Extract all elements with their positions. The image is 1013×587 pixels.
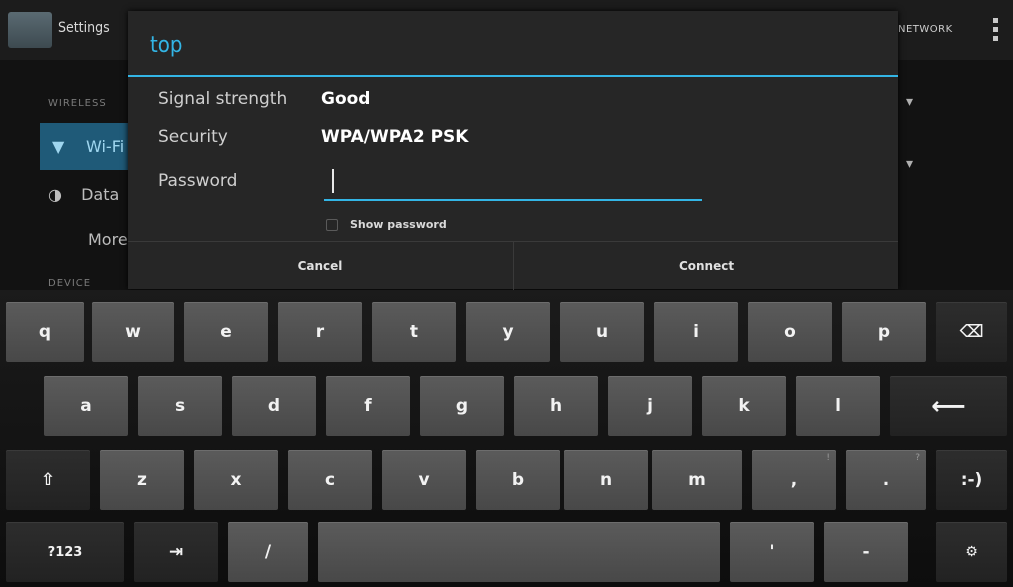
- text-cursor: [332, 169, 334, 193]
- key-t[interactable]: t: [372, 302, 456, 362]
- signal-strength-label: Signal strength: [158, 89, 288, 109]
- connect-button[interactable]: Connect: [513, 242, 899, 290]
- key-period[interactable]: . ?: [846, 450, 926, 510]
- dialog-button-bar: Cancel Connect: [128, 241, 898, 290]
- key-f[interactable]: f: [326, 376, 410, 436]
- sidebar-item-label: Data: [81, 185, 120, 204]
- key-i[interactable]: i: [654, 302, 738, 362]
- backspace-icon: ⌫: [959, 322, 984, 342]
- key-label: ,: [790, 470, 798, 490]
- key-label: .: [882, 470, 890, 490]
- symbols-key[interactable]: ?123: [6, 522, 124, 582]
- sidebar-item-data-usage[interactable]: ◑ Data: [48, 185, 119, 204]
- key-o[interactable]: o: [748, 302, 832, 362]
- checkbox-icon[interactable]: [326, 219, 338, 231]
- wifi-signal-icon: ▾: [906, 94, 914, 110]
- password-label: Password: [158, 171, 238, 191]
- key-z[interactable]: z: [100, 450, 184, 510]
- shift-arrow-icon: ⇧: [40, 470, 56, 490]
- key-h[interactable]: h: [514, 376, 598, 436]
- key-q[interactable]: q: [6, 302, 84, 362]
- dialog-title: top: [150, 33, 183, 58]
- key-g[interactable]: g: [420, 376, 504, 436]
- space-key[interactable]: [318, 522, 720, 582]
- key-j[interactable]: j: [608, 376, 692, 436]
- key-l[interactable]: l: [796, 376, 880, 436]
- wifi-icon: ▼: [52, 137, 65, 156]
- enter-arrow-icon: ⟵: [931, 392, 966, 420]
- wifi-signal-icon: ▾: [906, 156, 914, 172]
- settings-app-icon[interactable]: [8, 12, 52, 48]
- key-r[interactable]: r: [278, 302, 362, 362]
- data-usage-icon: ◑: [48, 185, 62, 204]
- sidebar-item-more[interactable]: More: [88, 230, 128, 249]
- key-d[interactable]: d: [232, 376, 316, 436]
- wifi-connect-dialog: top Signal strength Good Security WPA/WP…: [128, 11, 898, 290]
- key-hint: ?: [915, 453, 920, 463]
- keyboard-settings-key[interactable]: ⚙: [936, 522, 1007, 582]
- shift-key[interactable]: ⇧: [6, 450, 90, 510]
- key-e[interactable]: e: [184, 302, 268, 362]
- key-label: /: [264, 542, 272, 562]
- key-x[interactable]: x: [194, 450, 278, 510]
- key-k[interactable]: k: [702, 376, 786, 436]
- key-v[interactable]: v: [382, 450, 466, 510]
- key-b[interactable]: b: [476, 450, 560, 510]
- key-n[interactable]: n: [564, 450, 648, 510]
- show-password-checkbox[interactable]: Show password: [326, 218, 447, 231]
- sidebar-item-label: Wi-Fi: [86, 137, 125, 156]
- key-slash[interactable]: /: [228, 522, 308, 582]
- tab-arrow-icon: ⇥: [168, 542, 184, 562]
- key-w[interactable]: w: [92, 302, 174, 362]
- show-password-label: Show password: [350, 218, 447, 231]
- security-value: WPA/WPA2 PSK: [321, 127, 469, 147]
- app-title: Settings: [58, 20, 110, 36]
- key-hint: !: [826, 453, 830, 463]
- password-input[interactable]: [324, 165, 702, 201]
- backspace-key[interactable]: ⌫: [936, 302, 1007, 362]
- cancel-button[interactable]: Cancel: [128, 242, 512, 290]
- title-divider: [128, 75, 898, 77]
- key-u[interactable]: u: [560, 302, 644, 362]
- key-y[interactable]: y: [466, 302, 550, 362]
- section-header-device: DEVICE: [48, 278, 92, 289]
- key-a[interactable]: a: [44, 376, 128, 436]
- signal-strength-value: Good: [321, 89, 371, 109]
- key-comma[interactable]: , !: [752, 450, 836, 510]
- sidebar-item-wifi[interactable]: ▼ Wi-Fi: [40, 123, 130, 170]
- key-c[interactable]: c: [288, 450, 372, 510]
- security-label: Security: [158, 127, 228, 147]
- tab-key[interactable]: ⇥: [134, 522, 218, 582]
- emoticon-key[interactable]: :-): [936, 450, 1007, 510]
- add-network-button[interactable]: NETWORK: [898, 24, 953, 35]
- key-apostrophe[interactable]: ': [730, 522, 814, 582]
- key-s[interactable]: s: [138, 376, 222, 436]
- keyboard-settings-icon: ⚙: [965, 544, 978, 560]
- enter-key[interactable]: ⟵: [890, 376, 1007, 436]
- soft-keyboard: q w e r t y u i o p ⌫ a s d f g h j k l …: [0, 290, 1013, 587]
- overflow-menu-icon[interactable]: [993, 18, 999, 46]
- key-hyphen[interactable]: -: [824, 522, 908, 582]
- section-header-wireless: WIRELESS: [48, 98, 107, 109]
- key-m[interactable]: m: [652, 450, 742, 510]
- key-p[interactable]: p: [842, 302, 926, 362]
